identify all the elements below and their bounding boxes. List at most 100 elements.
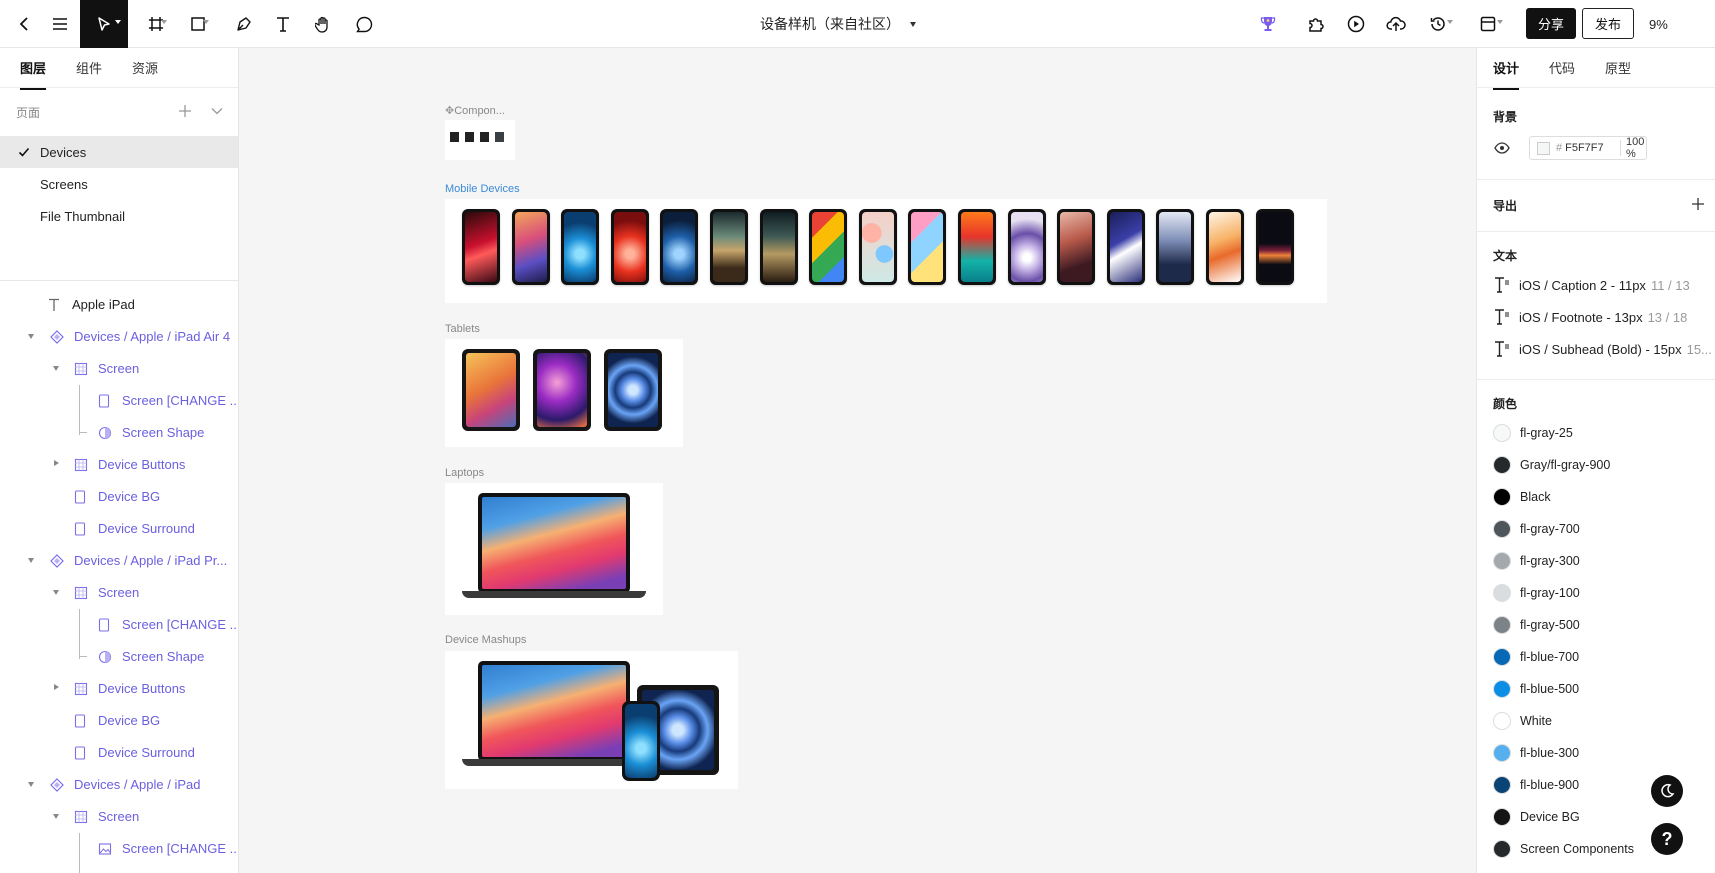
color-style-item[interactable]: fl-gray-25 — [1477, 417, 1715, 449]
plugin-icon[interactable] — [1300, 0, 1332, 48]
page-item-screens[interactable]: Screens — [0, 168, 238, 200]
share-button[interactable]: 分享 — [1526, 8, 1576, 39]
help-button[interactable]: ? — [1651, 823, 1683, 855]
background-hex[interactable]: F5F7F7 — [1565, 142, 1604, 154]
color-style-item[interactable]: fl-gray-300 — [1477, 545, 1715, 577]
layer-row[interactable]: Device Surround — [0, 513, 238, 545]
color-style-item[interactable]: fl-gray-100 — [1477, 577, 1715, 609]
rect-icon — [98, 618, 110, 635]
pen-icon — [237, 17, 251, 31]
text-style-item[interactable]: iOS / Caption 2 - 11px 11 / 13 — [1477, 269, 1715, 301]
color-style-item[interactable]: fl-gray-700 — [1477, 513, 1715, 545]
background-swatch[interactable] — [1537, 141, 1550, 155]
hand-tool-button[interactable] — [307, 0, 339, 48]
layer-row[interactable]: Screen — [0, 801, 238, 833]
text-style-item[interactable]: iOS / Footnote - 13px 13 / 18 — [1477, 301, 1715, 333]
frame-icon — [74, 682, 88, 699]
add-export-icon[interactable] — [1691, 197, 1705, 211]
add-page-icon[interactable] — [178, 104, 192, 118]
text-style-item[interactable]: iOS / Subhead (Bold) - 15px 15... — [1477, 333, 1715, 365]
tab-code[interactable]: 代码 — [1549, 58, 1575, 77]
play-icon[interactable] — [1340, 0, 1372, 48]
background-opacity[interactable]: 100 % — [1626, 136, 1646, 160]
text-style-name: iOS / Footnote - 13px 13 / 18 — [1519, 309, 1688, 325]
device-mashups-frame-label[interactable]: Device Mashups — [445, 634, 526, 646]
device-mashups-frame[interactable] — [445, 651, 738, 789]
background-color-field[interactable]: # F5F7F7 100 % — [1529, 136, 1647, 160]
layer-row[interactable]: Devices / Apple / iPad Air 4 — [0, 321, 238, 353]
color-style-item[interactable]: fl-blue-300 — [1477, 737, 1715, 769]
layer-label: Devices / Apple / iPad Air 4 — [74, 329, 231, 344]
cloud-upload-icon[interactable] — [1380, 0, 1412, 48]
layer-row[interactable]: Screen [CHANGE ... — [0, 609, 238, 641]
mobile-devices-frame[interactable] — [445, 199, 1327, 303]
layer-row[interactable]: Devices / Apple / iPad — [0, 769, 238, 801]
tablets-frame[interactable] — [445, 339, 683, 447]
layer-label: Screen — [98, 585, 140, 600]
dark-mode-toggle-button[interactable] — [1651, 775, 1683, 807]
pen-tool-button[interactable] — [228, 0, 260, 48]
layer-row[interactable]: Screen — [0, 353, 238, 385]
mobile-devices-frame-label[interactable]: Mobile Devices — [445, 183, 520, 195]
layer-row[interactable]: Screen [CHANGE ... — [0, 833, 238, 865]
eye-icon[interactable] — [1494, 142, 1510, 154]
layer-row[interactable]: Screen [CHANGE ... — [0, 385, 238, 417]
layer-row[interactable]: Device Surround — [0, 737, 238, 769]
layer-label: Apple iPad — [72, 297, 135, 312]
tab-layers[interactable]: 图层 — [20, 58, 47, 90]
laptops-frame[interactable] — [445, 483, 663, 615]
layer-row[interactable]: Screen — [0, 577, 238, 609]
layer-row[interactable]: Device BG — [0, 481, 238, 513]
move-tool-button[interactable] — [80, 0, 128, 48]
tab-prototype[interactable]: 原型 — [1605, 58, 1631, 77]
document-title[interactable]: 设备样机（来自社区） — [760, 0, 916, 48]
layout-icon[interactable] — [1470, 0, 1506, 48]
color-style-item[interactable]: White — [1477, 705, 1715, 737]
components-frame-label[interactable]: ✥Compon... — [445, 104, 505, 117]
shape-tool-button[interactable] — [180, 0, 216, 48]
text-style-icon — [1495, 277, 1509, 293]
menu-icon[interactable] — [44, 0, 76, 48]
tab-components[interactable]: 组件 — [76, 58, 102, 77]
page-item-file-thumbnail[interactable]: File Thumbnail — [0, 200, 238, 232]
comment-tool-button[interactable] — [348, 0, 380, 48]
trophy-icon[interactable] — [1252, 0, 1284, 48]
color-style-item[interactable]: Gray/fl-gray-900 — [1477, 449, 1715, 481]
expand-caret-icon[interactable] — [28, 334, 34, 339]
layer-row[interactable]: Devices / Apple / iPad Pr... — [0, 545, 238, 577]
expand-caret-icon[interactable] — [53, 814, 59, 819]
layer-row[interactable]: Device BG — [0, 705, 238, 737]
history-icon[interactable] — [1420, 0, 1456, 48]
tab-assets[interactable]: 资源 — [132, 58, 158, 77]
layer-row[interactable]: Screen Shape — [0, 417, 238, 449]
frame-tool-button[interactable] — [138, 0, 174, 48]
collapse-caret-icon[interactable] — [54, 460, 59, 466]
color-style-item[interactable]: Black — [1477, 481, 1715, 513]
collapse-caret-icon[interactable] — [54, 684, 59, 690]
layer-row[interactable]: Device Buttons — [0, 673, 238, 705]
tab-design[interactable]: 设计 — [1493, 58, 1520, 90]
color-style-item[interactable]: fl-blue-700 — [1477, 641, 1715, 673]
back-icon[interactable] — [8, 0, 40, 48]
publish-button[interactable]: 发布 — [1582, 8, 1634, 39]
text-tool-button[interactable] — [267, 0, 299, 48]
components-frame[interactable] — [445, 120, 515, 160]
expand-caret-icon[interactable] — [28, 782, 34, 787]
expand-caret-icon[interactable] — [28, 558, 34, 563]
chevron-down-icon[interactable] — [210, 104, 224, 118]
tablets-frame-label[interactable]: Tablets — [445, 323, 480, 335]
zoom-level[interactable]: 9% — [1649, 0, 1668, 48]
chevron-down-icon — [203, 20, 209, 24]
expand-caret-icon[interactable] — [53, 366, 59, 371]
color-swatch — [1493, 584, 1511, 602]
color-style-item[interactable]: fl-gray-500 — [1477, 609, 1715, 641]
expand-caret-icon[interactable] — [53, 590, 59, 595]
canvas[interactable]: ✥Compon... Mobile Devices Tablets Laptop… — [240, 48, 1475, 873]
color-style-item[interactable]: fl-blue-500 — [1477, 673, 1715, 705]
page-item-devices[interactable]: Devices — [0, 136, 238, 168]
mask-icon — [98, 650, 112, 667]
laptops-frame-label[interactable]: Laptops — [445, 467, 484, 479]
layer-row[interactable]: Screen Shape — [0, 641, 238, 673]
layer-row[interactable]: Device Buttons — [0, 449, 238, 481]
layer-row[interactable]: Apple iPad — [0, 289, 238, 321]
